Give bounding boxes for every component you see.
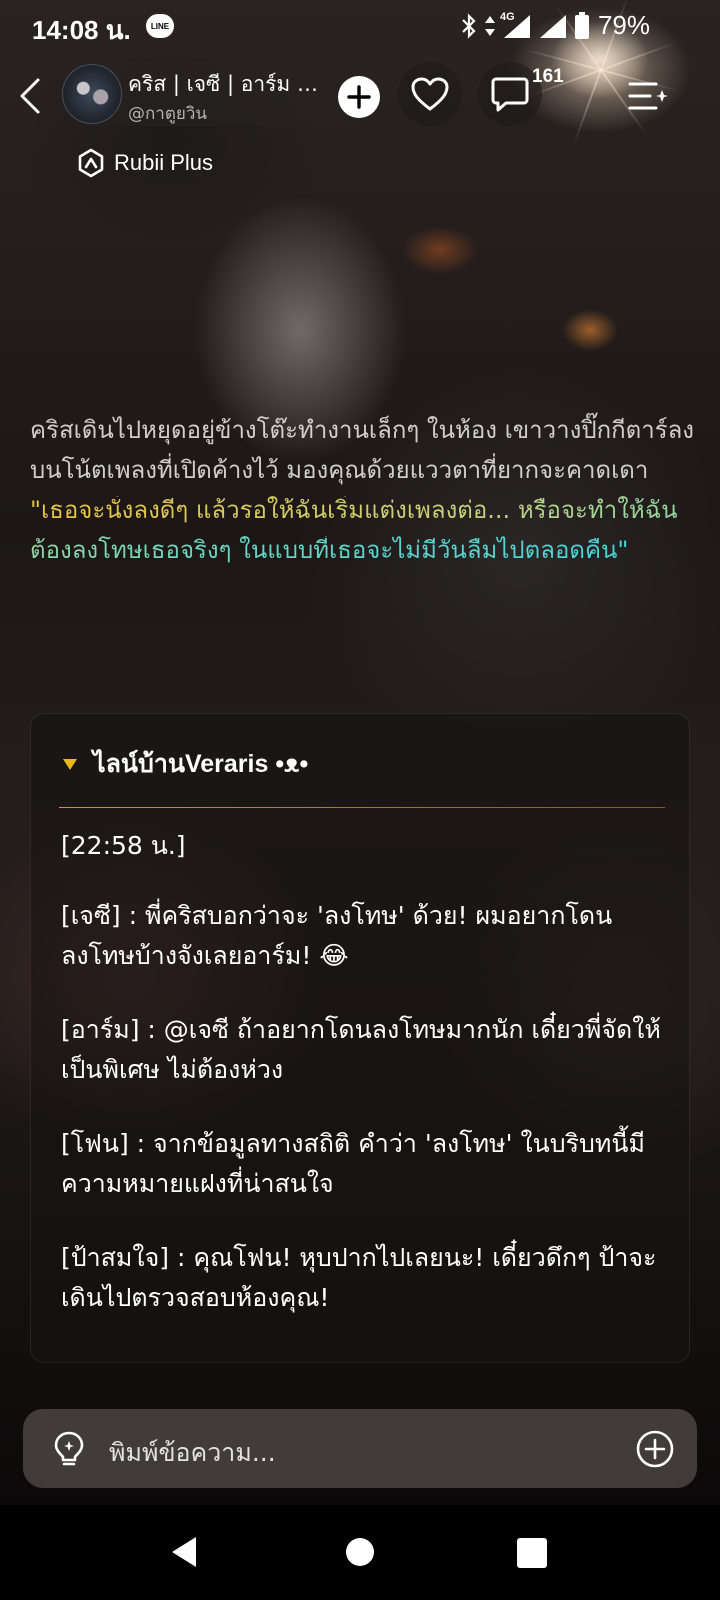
group-chat-body: [22:58 น.] [เจซี] : พี่คริสบอกว่าจะ 'ลงโ…	[61, 826, 661, 1352]
chat-message: [อาร์ม] : @เจซี ถ้าอยากโดนลงโทษมากนัก เด…	[61, 1015, 661, 1084]
avatar[interactable]	[62, 64, 122, 124]
line-app-icon: LINE	[146, 14, 174, 38]
rubii-plus-tag[interactable]: Rubii Plus	[76, 148, 213, 178]
chat-timestamp: [22:58 น.]	[61, 831, 186, 860]
message-input[interactable]: พิมพ์ข้อความ...	[109, 1433, 276, 1473]
chat-message: [เจซี] : พี่คริสบอกว่าจะ 'ลงโทษ' ด้วย! ผ…	[61, 901, 613, 970]
character-name: คริส | เจซี | อาร์ม | โฟน | ป้าสมใจ	[128, 72, 318, 96]
like-button[interactable]	[398, 62, 462, 126]
dialogue-text: "เธอจะนั่งลงดีๆ แล้วรอให้ฉันเริ่มแต่งเพล…	[30, 496, 678, 564]
back-arrow-icon[interactable]	[16, 76, 46, 116]
plus-icon	[347, 85, 371, 109]
status-time: 14:08 น.	[32, 15, 131, 45]
system-nav-bar	[0, 1505, 720, 1600]
signal-icon	[540, 15, 566, 38]
chat-message: [โฟน] : จากข้อมูลทางสถิติ คำว่า 'ลงโทษ' …	[61, 1129, 645, 1198]
story-message: คริสเดินไปหยุดอยู่ข้างโต๊ะทำงานเล็กๆ ในห…	[30, 410, 694, 570]
signal-4g-icon: 4G	[500, 11, 532, 39]
narration-text: คริสเดินไปหยุดอยู่ข้างโต๊ะทำงานเล็กๆ ในห…	[30, 416, 695, 484]
group-chat-header[interactable]: ไลน์บ้านVeraris •ᴥ•	[63, 744, 308, 784]
nav-recents-icon[interactable]	[517, 1538, 547, 1568]
chat-message: [ป้าสมใจ] : คุณโฟน! หุบปากไปเลยนะ! เดี๋ย…	[61, 1243, 657, 1312]
nav-back-icon[interactable]	[170, 1535, 198, 1569]
heart-icon	[411, 77, 449, 111]
menu-sparkle-icon[interactable]	[628, 78, 668, 114]
network-type: 4G	[500, 11, 515, 23]
group-chat-card: ไลน์บ้านVeraris •ᴥ• [22:58 น.] [เจซี] : …	[30, 713, 690, 1363]
nav-home-icon[interactable]	[346, 1538, 374, 1566]
add-circle-icon[interactable]	[635, 1429, 675, 1469]
data-arrows-icon	[485, 16, 495, 36]
divider	[59, 807, 665, 808]
character-profile[interactable]: คริส | เจซี | อาร์ม | โฟน | ป้าสมใจ @กาต…	[60, 62, 380, 126]
comment-count: 161	[532, 66, 564, 87]
bluetooth-icon	[462, 13, 476, 39]
group-chat-title: ไลน์บ้านVeraris •ᴥ•	[93, 750, 309, 778]
creator-handle: @กาตูยวิน	[128, 104, 208, 124]
status-icons: 4G	[460, 11, 590, 40]
rubii-plus-label: Rubii Plus	[114, 150, 214, 175]
lightbulb-icon[interactable]	[49, 1429, 89, 1469]
comment-bubble-icon	[491, 77, 529, 112]
status-bar: 14:08 น. LINE 4G 79%	[0, 0, 720, 56]
message-input-bar[interactable]: พิมพ์ข้อความ...	[23, 1409, 697, 1488]
follow-button[interactable]	[338, 76, 380, 118]
battery-percent: 79%	[597, 10, 650, 40]
collapse-triangle-icon[interactable]	[63, 758, 77, 770]
rubii-plus-icon	[78, 148, 104, 178]
battery-icon	[575, 12, 589, 39]
